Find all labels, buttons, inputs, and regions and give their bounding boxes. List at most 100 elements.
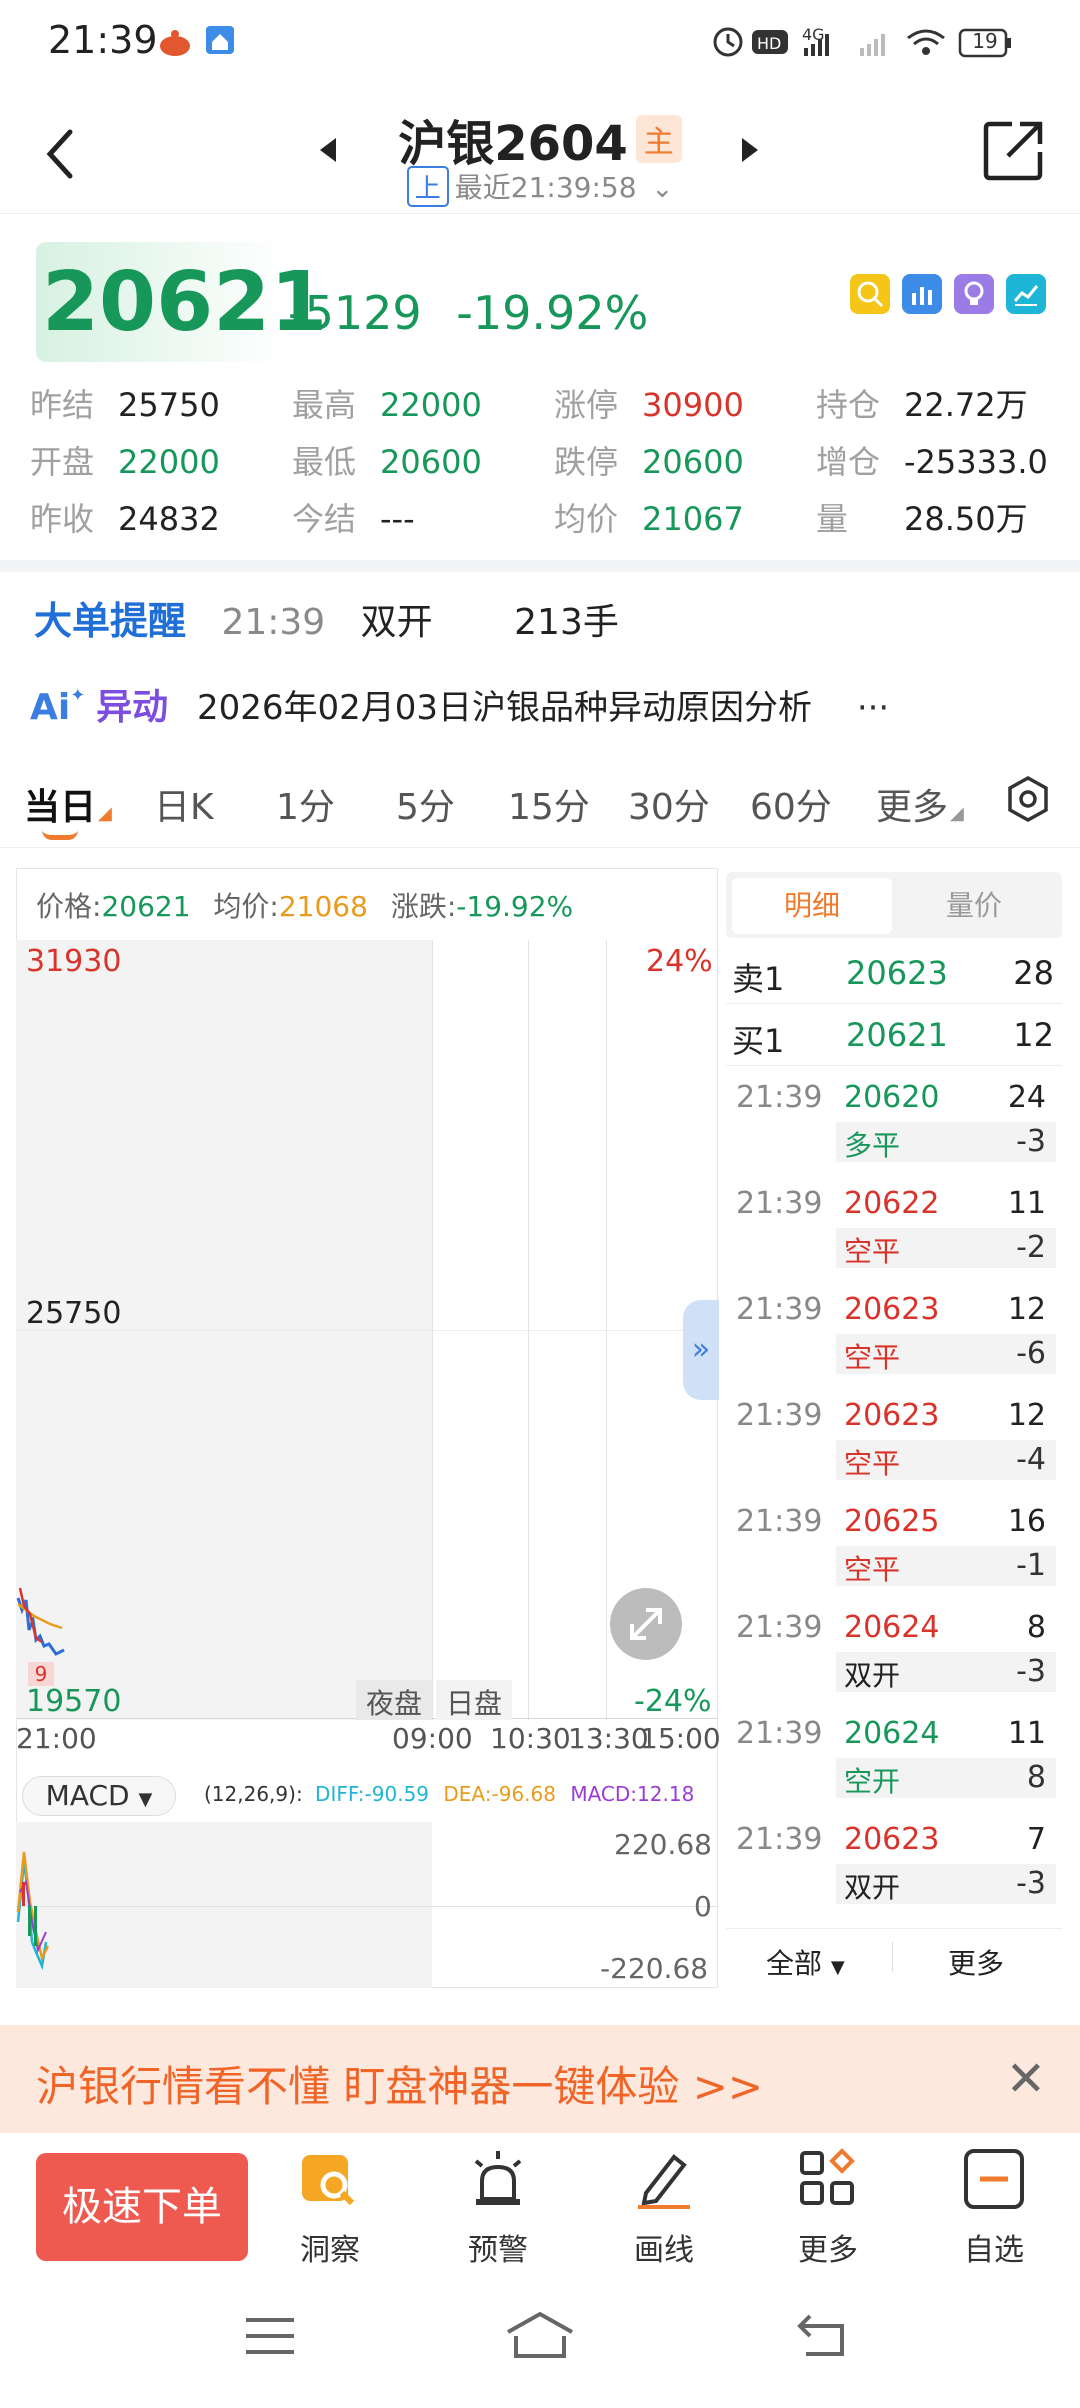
chart-analysis-icon[interactable]: [902, 274, 942, 314]
macd-zero-line: [16, 1906, 718, 1907]
trade-time: 21:39: [736, 1080, 823, 1115]
settings-hexagon-icon[interactable]: [1004, 774, 1052, 824]
trade-price: 20622: [844, 1186, 940, 1221]
tab-1min[interactable]: 1分: [276, 778, 335, 830]
big-order-alert[interactable]: 大单提醒 21:39 双开 213手: [34, 590, 619, 645]
home-notification-icon: [206, 26, 234, 54]
trade-row: 21:39 20625 16 空平 -1: [726, 1494, 1062, 1600]
latest-time: 最近21:39:58: [454, 171, 637, 204]
menu-icon[interactable]: [244, 2314, 296, 2358]
pencil-icon: [638, 2154, 690, 2209]
trade-kind: 双开: [844, 1659, 901, 1692]
trade-qty: 16: [1007, 1504, 1046, 1539]
trade-oi-change: 8: [1026, 1760, 1046, 1795]
trade-oi-change: -3: [1016, 1124, 1046, 1159]
trade-kind: 空平: [844, 1235, 901, 1268]
status-time: 21:39: [48, 18, 158, 62]
insight-icon: [302, 2155, 355, 2206]
night-session-tag[interactable]: 夜盘: [356, 1680, 433, 1720]
tab-more[interactable]: 更多 ◢: [876, 778, 964, 830]
stat-limit-up: 涨停 30900: [554, 386, 744, 424]
panel-tabs: 明细 量价: [726, 872, 1062, 938]
trade-kind: 空平: [844, 1553, 901, 1586]
tab-30min[interactable]: 30分: [628, 778, 710, 830]
close-icon[interactable]: ✕: [1006, 2051, 1046, 2107]
more-icon[interactable]: ···: [857, 688, 889, 728]
last-price: 20621: [42, 255, 328, 350]
trade-time: 21:39: [736, 1610, 823, 1645]
promo-banner[interactable]: 沪银行情看不懂 盯盘神器一键体验 >> ✕: [0, 2025, 1080, 2133]
tab-detail[interactable]: 明细: [732, 878, 892, 934]
ask-row: 卖1 20623 28: [726, 942, 1062, 1004]
stat-low: 最低 20600: [292, 443, 482, 481]
quote-header: 沪银2604 主 上最近21:39:58 ⌄: [0, 84, 1080, 214]
trade-oi-change: -2: [1016, 1230, 1046, 1265]
fullscreen-expand-icon[interactable]: [610, 1588, 682, 1660]
trade-qty: 11: [1007, 1716, 1046, 1751]
trade-price: 20625: [844, 1504, 940, 1539]
trade-row: 21:39 20624 11 空开 8: [726, 1706, 1062, 1812]
change-percent: -19.92%: [456, 286, 649, 340]
stat-today-settle: 今结 ---: [292, 500, 415, 538]
contract-name: 沪银2604: [398, 116, 628, 172]
big-order-title: 大单提醒: [34, 599, 187, 643]
home-icon[interactable]: [504, 2310, 576, 2360]
trade-time: 21:39: [736, 1716, 823, 1751]
trade-time: 21:39: [736, 1186, 823, 1221]
trade-row: 21:39 20623 7 双开 -3: [726, 1812, 1062, 1918]
search-insight-icon[interactable]: [850, 274, 890, 314]
pct-axis-top: 24%: [646, 944, 713, 979]
indicator-select[interactable]: MACD ▼: [22, 1776, 176, 1816]
tab-60min[interactable]: 60分: [750, 778, 832, 830]
share-icon[interactable]: [982, 118, 1046, 182]
quick-order-button[interactable]: 极速下单: [36, 2153, 248, 2261]
latest-update[interactable]: 上最近21:39:58 ⌄: [0, 166, 1080, 207]
trade-row: 21:39 20623 12 空平 -6: [726, 1282, 1062, 1388]
stat-prev-settle: 昨结 25750: [30, 386, 220, 424]
draw-line-button[interactable]: 画线: [614, 2147, 714, 2269]
day-session-tag[interactable]: 日盘: [436, 1680, 513, 1720]
trade-time: 21:39: [736, 1504, 823, 1539]
insight-button[interactable]: 洞察: [280, 2147, 380, 2269]
time-axis-label: 15:00: [640, 1722, 721, 1755]
time-axis-label: 09:00: [392, 1722, 473, 1755]
feature-icons: [850, 274, 1046, 314]
big-order-time: 21:39: [221, 602, 326, 643]
contract-title: 沪银2604 主: [0, 104, 1080, 174]
tab-today[interactable]: 当日 ◢: [24, 778, 112, 830]
anomaly-text: 2026年02月03日沪银品种异动原因分析: [196, 688, 812, 728]
promo-text: 沪银行情看不懂 盯盘神器一键体验 >>: [36, 2062, 764, 2111]
trade-price: 20623: [844, 1292, 940, 1327]
trade-kind: 双开: [844, 1871, 901, 1904]
tab-5min[interactable]: 5分: [396, 778, 455, 830]
watchlist-icon: [964, 2149, 1024, 2209]
anomaly-news[interactable]: Ai✦ 异动 2026年02月03日沪银品种异动原因分析 ···: [30, 678, 1060, 730]
return-icon[interactable]: [796, 2312, 850, 2358]
more-trades-button[interactable]: 更多: [948, 1942, 1004, 1982]
chevron-down-icon[interactable]: ⌄: [651, 174, 673, 204]
filter-all-button[interactable]: 全部 ▼: [766, 1942, 845, 1982]
idea-bulb-icon[interactable]: [954, 274, 994, 314]
time-axis-label: 21:00: [16, 1722, 97, 1755]
pct-axis-bottom: -24%: [634, 1684, 712, 1719]
trade-row: 21:39 20620 24 多平 -3: [726, 1070, 1062, 1176]
more-tools-button[interactable]: 更多: [778, 2147, 878, 2269]
trade-qty: 7: [1026, 1822, 1046, 1857]
trade-oi-change: -6: [1016, 1336, 1046, 1371]
stats-row-2: 开盘 22000 最低 20600 跌停 20600 增仓 -25333.0: [30, 437, 1060, 494]
collapse-panel-icon[interactable]: »: [683, 1300, 719, 1400]
main-contract-badge: 主: [635, 115, 682, 163]
next-contract-icon[interactable]: [738, 134, 762, 166]
trend-stats-icon[interactable]: [1006, 274, 1046, 314]
tab-15min[interactable]: 15分: [508, 778, 590, 830]
tab-daily-k[interactable]: 日K: [154, 778, 214, 830]
signal-marker: 9: [28, 1662, 54, 1686]
trade-price: 20624: [844, 1610, 940, 1645]
alert-button[interactable]: 预警: [448, 2147, 548, 2269]
trade-qty: 8: [1026, 1610, 1046, 1645]
watchlist-button[interactable]: 自选: [944, 2147, 1044, 2269]
stat-oi-change: 增仓 -25333.0: [816, 443, 1048, 481]
stats-row-1: 昨结 25750 最高 22000 涨停 30900 持仓 22.72万: [30, 380, 1060, 437]
tab-volume-price[interactable]: 量价: [894, 878, 1054, 934]
time-axis-label: 10:30: [490, 1722, 571, 1755]
